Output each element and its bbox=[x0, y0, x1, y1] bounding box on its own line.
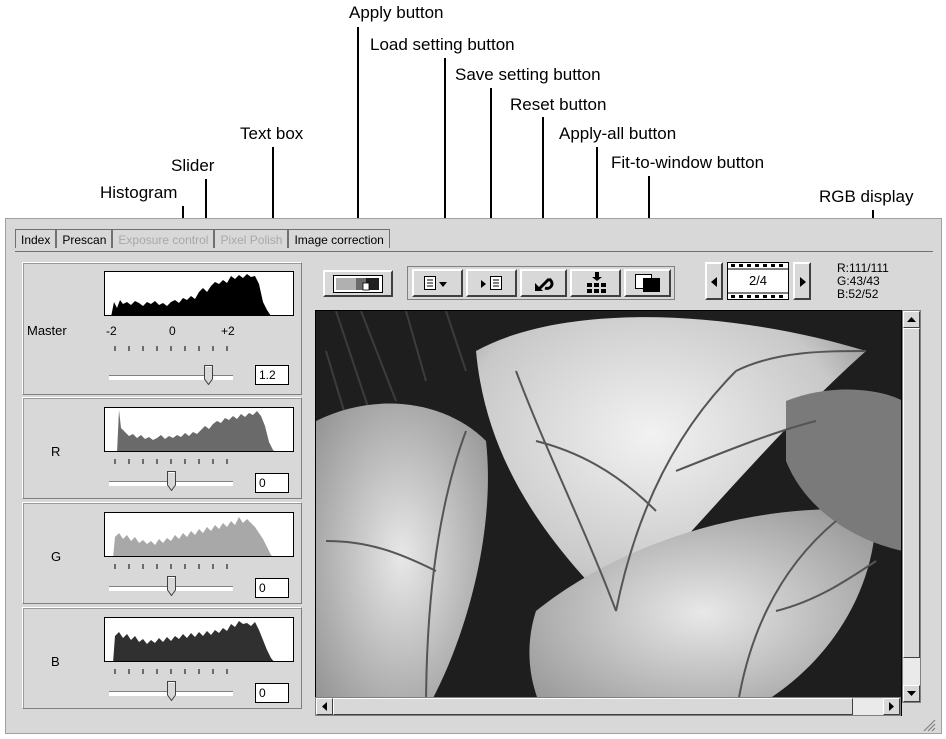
triangle-up-icon bbox=[907, 317, 916, 322]
r-label: R bbox=[51, 444, 61, 459]
resize-grip-icon[interactable] bbox=[922, 718, 936, 732]
b-histogram bbox=[104, 617, 294, 662]
master-scale-max: +2 bbox=[221, 324, 235, 338]
callout-save-setting-button: Save setting button bbox=[455, 65, 601, 84]
reset-arrow-icon bbox=[535, 277, 554, 291]
tab-prescan[interactable]: Prescan bbox=[56, 229, 113, 248]
callout-load-setting-button: Load setting button bbox=[370, 35, 515, 54]
scroll-up-button[interactable] bbox=[903, 311, 920, 328]
master-histogram bbox=[104, 271, 294, 316]
vertical-scrollbar[interactable] bbox=[902, 310, 921, 703]
apply-all-icon bbox=[587, 272, 606, 293]
master-slider-track[interactable] bbox=[109, 375, 233, 380]
triangle-right-icon bbox=[800, 277, 806, 287]
scroll-down-button[interactable] bbox=[903, 685, 920, 702]
master-panel: Master -2 0 +2 1.2 bbox=[22, 262, 302, 395]
frame-counter: 2/4 bbox=[748, 273, 768, 288]
callout-apply-button: Apply button bbox=[349, 3, 444, 22]
r-panel: R 0 bbox=[22, 397, 302, 499]
r-ticks bbox=[114, 459, 228, 464]
b-label: B bbox=[51, 654, 60, 669]
tab-pixel-polish[interactable]: Pixel Polish bbox=[214, 229, 289, 248]
fit-to-window-button[interactable] bbox=[624, 269, 671, 297]
callout-apply-all-button: Apply-all button bbox=[559, 124, 677, 143]
scroll-left-button[interactable] bbox=[316, 698, 333, 715]
horizontal-scroll-thumb[interactable] bbox=[333, 698, 853, 715]
scroll-right-button[interactable] bbox=[883, 698, 900, 715]
tab-baseline bbox=[15, 251, 933, 252]
fit-to-window-icon bbox=[635, 274, 660, 292]
image-preview[interactable] bbox=[315, 310, 902, 716]
b-panel: B 0 bbox=[22, 607, 302, 709]
tab-image-correction[interactable]: Image correction bbox=[288, 229, 390, 248]
horizontal-scrollbar[interactable] bbox=[315, 697, 901, 716]
b-histogram-shape bbox=[113, 621, 274, 661]
save-setting-button[interactable] bbox=[466, 269, 517, 297]
apply-button[interactable] bbox=[323, 270, 393, 297]
rgb-b-value: B:52/52 bbox=[837, 287, 879, 301]
r-text-box[interactable]: 0 bbox=[255, 473, 289, 493]
caladium-leaves-image bbox=[316, 311, 901, 715]
triangle-right-icon bbox=[889, 702, 894, 711]
tab-exposure-control[interactable]: Exposure control bbox=[112, 229, 215, 248]
load-setting-button[interactable] bbox=[412, 269, 463, 297]
callout-histogram: Histogram bbox=[100, 183, 178, 202]
g-histogram-shape bbox=[113, 517, 273, 556]
master-scale-mid: 0 bbox=[169, 324, 176, 338]
tab-index[interactable]: Index bbox=[15, 229, 57, 248]
reset-button[interactable] bbox=[520, 269, 567, 297]
triangle-left-icon bbox=[322, 702, 327, 711]
b-slider-thumb[interactable] bbox=[166, 681, 176, 701]
master-scale-min: -2 bbox=[106, 324, 117, 338]
tab-bar: Index Prescan Exposure control Pixel Pol… bbox=[15, 229, 390, 251]
vertical-scroll-thumb[interactable] bbox=[903, 328, 920, 658]
callout-fit-to-window-button: Fit-to-window button bbox=[611, 153, 765, 172]
master-ticks bbox=[114, 346, 228, 351]
apply-all-button[interactable] bbox=[570, 269, 621, 297]
previous-frame-button[interactable] bbox=[705, 262, 723, 300]
r-histogram-shape bbox=[117, 410, 275, 451]
next-frame-button[interactable] bbox=[793, 262, 811, 300]
master-label: Master bbox=[27, 323, 67, 338]
master-text-box[interactable]: 1.2 bbox=[255, 365, 289, 385]
g-slider-thumb[interactable] bbox=[166, 576, 176, 596]
callout-text-box: Text box bbox=[240, 124, 304, 143]
r-histogram bbox=[104, 407, 294, 452]
b-text-box[interactable]: 0 bbox=[255, 683, 289, 703]
g-label: G bbox=[51, 549, 62, 564]
apply-icon bbox=[333, 275, 383, 293]
master-histogram-shape bbox=[111, 274, 271, 315]
g-ticks bbox=[114, 564, 228, 569]
callout-reset-button: Reset button bbox=[510, 95, 607, 114]
master-slider-thumb[interactable] bbox=[203, 365, 213, 385]
g-text-box[interactable]: 0 bbox=[255, 578, 289, 598]
triangle-down-icon bbox=[907, 691, 916, 696]
r-slider-thumb[interactable] bbox=[166, 471, 176, 491]
load-setting-icon bbox=[424, 276, 447, 290]
callout-rgb-display: RGB display bbox=[819, 187, 914, 206]
triangle-left-icon bbox=[711, 277, 717, 287]
g-histogram bbox=[104, 512, 294, 557]
b-ticks bbox=[114, 669, 228, 674]
callout-slider: Slider bbox=[171, 156, 215, 175]
save-setting-icon bbox=[481, 276, 502, 290]
rgb-display: R:111/111 G:43/43 B:52/52 bbox=[837, 262, 889, 301]
g-panel: G 0 bbox=[22, 502, 302, 604]
